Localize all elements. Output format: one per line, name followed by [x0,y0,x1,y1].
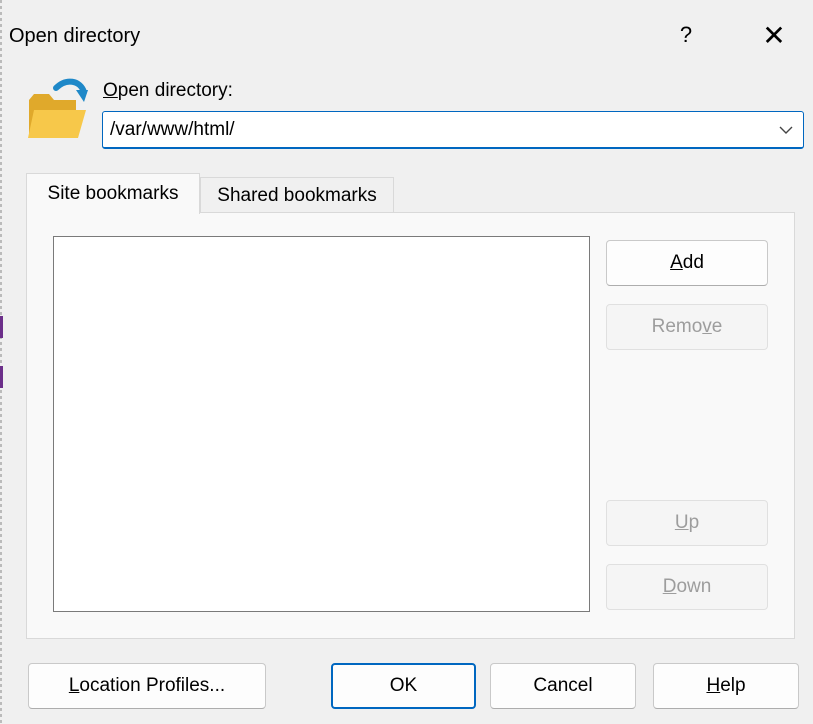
label-text: pen directory: [117,80,233,101]
tab-label: Site bookmarks [47,183,179,204]
btn-mnemonic: A [670,252,683,273]
down-button[interactable]: Down [606,564,768,610]
location-profiles-button[interactable]: Location Profiles... [28,663,266,709]
directory-input-value[interactable]: /var/www/html/ [110,119,235,141]
ok-button[interactable]: OK [331,663,476,709]
btn-text: Remo [651,316,703,337]
cancel-button[interactable]: Cancel [490,663,636,709]
btn-text: e [711,316,723,337]
frame-marker [0,316,3,338]
label-mnemonic: O [103,80,118,101]
btn-mnemonic: U [674,512,689,533]
open-directory-label: Open directory: [103,80,233,102]
btn-mnemonic: L [68,675,80,696]
up-button[interactable]: Up [606,500,768,546]
window-frame-edge [0,0,2,724]
window-title: Open directory [9,25,141,47]
btn-text: own [676,576,712,597]
directory-combobox[interactable]: /var/www/html/ [102,111,804,149]
tab-shared-bookmarks[interactable]: Shared bookmarks [200,177,394,213]
close-button[interactable]: ✕ [748,12,800,58]
question-icon: ? [679,22,693,47]
btn-text: ocation Profiles... [79,675,226,696]
btn-text: OK [389,675,418,696]
frame-marker [0,366,3,388]
btn-text: Cancel [533,675,593,696]
bookmarks-list[interactable] [53,236,590,612]
btn-text: dd [682,252,704,273]
btn-mnemonic: v [702,316,712,337]
btn-text: p [688,512,700,533]
open-folder-icon [28,78,88,138]
tab-site-bookmarks[interactable]: Site bookmarks [26,173,200,214]
chevron-down-icon[interactable] [777,121,795,139]
help-question-button[interactable]: ? [660,12,712,58]
btn-mnemonic: H [706,675,721,696]
btn-text: elp [720,675,746,696]
btn-mnemonic: D [662,576,677,597]
add-button[interactable]: Add [606,240,768,286]
remove-button[interactable]: Remo v e [606,304,768,350]
help-button[interactable]: Help [653,663,799,709]
tab-label: Shared bookmarks [217,184,377,206]
title-bar: Open directory ? ✕ [0,0,813,68]
close-icon: ✕ [762,19,786,51]
